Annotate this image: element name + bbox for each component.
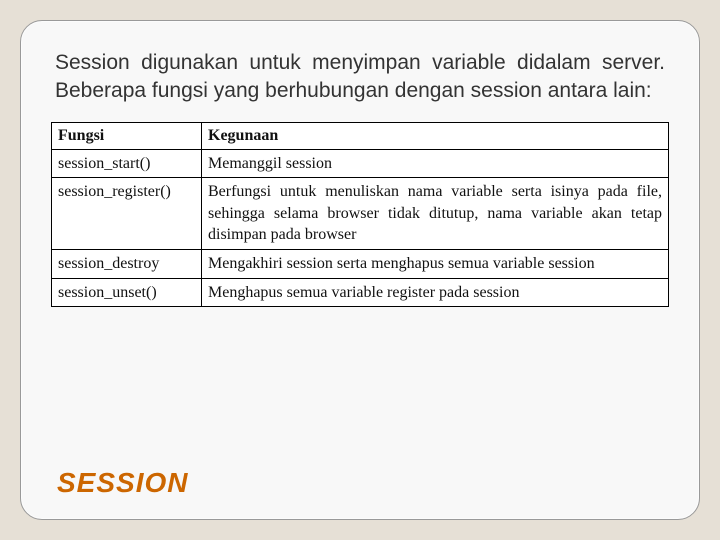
table-row: session_start() Memanggil session <box>52 149 669 178</box>
slide-card: Session digunakan untuk menyimpan variab… <box>20 20 700 520</box>
table-row: session_unset() Menghapus semua variable… <box>52 278 669 307</box>
table-row: session_register() Berfungsi untuk menul… <box>52 178 669 250</box>
table-row: session_destroy Mengakhiri session serta… <box>52 250 669 279</box>
cell-desc: Menghapus semua variable register pada s… <box>202 278 669 307</box>
cell-desc: Memanggil session <box>202 149 669 178</box>
header-kegunaan: Kegunaan <box>202 122 669 149</box>
cell-fn: session_start() <box>52 149 202 178</box>
cell-fn: session_register() <box>52 178 202 250</box>
cell-fn: session_destroy <box>52 250 202 279</box>
header-fungsi: Fungsi <box>52 122 202 149</box>
functions-table: Fungsi Kegunaan session_start() Memanggi… <box>51 122 669 308</box>
slide-title: SESSION <box>51 467 669 501</box>
intro-paragraph: Session digunakan untuk menyimpan variab… <box>55 49 665 106</box>
cell-desc: Berfungsi untuk menuliskan nama variable… <box>202 178 669 250</box>
table-header-row: Fungsi Kegunaan <box>52 122 669 149</box>
cell-fn: session_unset() <box>52 278 202 307</box>
cell-desc: Mengakhiri session serta menghapus semua… <box>202 250 669 279</box>
